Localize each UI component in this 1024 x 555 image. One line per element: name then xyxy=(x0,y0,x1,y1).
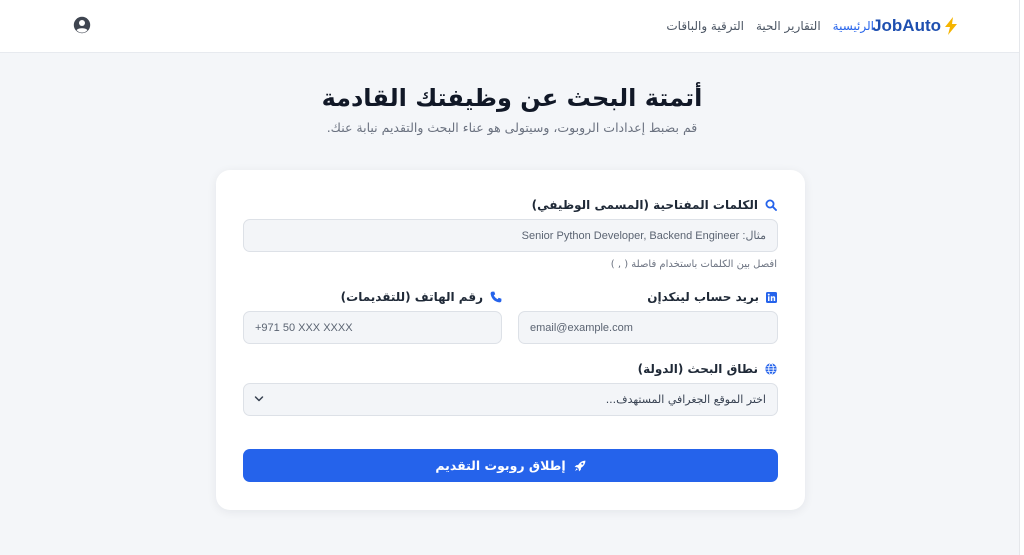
phone-label-text: رقم الهاتف (للتقديمات) xyxy=(340,290,483,304)
page-title: أتمتة البحث عن وظيفتك القادمة xyxy=(321,84,703,112)
linkedin-email-input[interactable] xyxy=(518,311,778,344)
lightning-bolt-icon xyxy=(945,17,957,35)
keywords-label-text: الكلمات المفتاحية (المسمى الوظيفي) xyxy=(531,198,758,212)
location-label-text: نطاق البحث (الدولة) xyxy=(637,362,758,376)
main-nav: الرئيسية التقارير الحية الترقية والباقات xyxy=(666,19,874,33)
settings-card: الكلمات المفتاحية (المسمى الوظيفي) افصل … xyxy=(216,170,805,510)
page-scrollbar-edge xyxy=(1019,0,1024,555)
location-select[interactable]: اختر الموقع الجغرافي المستهدف... xyxy=(243,383,778,416)
globe-icon xyxy=(765,363,777,375)
phone-label: رقم الهاتف (للتقديمات) xyxy=(341,290,502,304)
user-circle-icon[interactable] xyxy=(73,16,91,34)
launch-bot-button-label: إطلاق روبوت التقديم xyxy=(435,458,566,473)
search-icon xyxy=(765,199,777,211)
phone-input[interactable] xyxy=(243,311,502,344)
nav-item-live-reports[interactable]: التقارير الحية xyxy=(756,19,821,33)
nav-item-home[interactable]: الرئيسية xyxy=(833,19,874,33)
launch-bot-button[interactable]: إطلاق روبوت التقديم xyxy=(243,449,778,482)
top-navbar: JobAuto الرئيسية التقارير الحية الترقية … xyxy=(0,0,1024,53)
keywords-hint: افصل بين الكلمات باستخدام فاصلة ( , ) xyxy=(610,259,777,270)
page-subtitle: قم بضبط إعدادات الروبوت، وسيتولى هو عناء… xyxy=(326,120,698,135)
linkedin-icon xyxy=(766,291,777,303)
location-label: نطاق البحث (الدولة) xyxy=(638,362,777,376)
rocket-icon xyxy=(574,460,586,471)
keywords-label: الكلمات المفتاحية (المسمى الوظيفي) xyxy=(532,198,777,212)
linkedin-label-text: بريد حساب لينكدإن xyxy=(647,290,759,304)
phone-icon xyxy=(490,291,502,303)
brand-logo[interactable]: JobAuto xyxy=(872,16,958,36)
keywords-input[interactable] xyxy=(243,219,778,252)
location-select-value: اختر الموقع الجغرافي المستهدف... xyxy=(605,393,766,406)
linkedin-label: بريد حساب لينكدإن xyxy=(647,290,777,304)
nav-item-upgrade-plans[interactable]: الترقية والباقات xyxy=(666,19,744,33)
brand-name: JobAuto xyxy=(872,16,941,35)
chevron-down-icon xyxy=(254,396,264,402)
